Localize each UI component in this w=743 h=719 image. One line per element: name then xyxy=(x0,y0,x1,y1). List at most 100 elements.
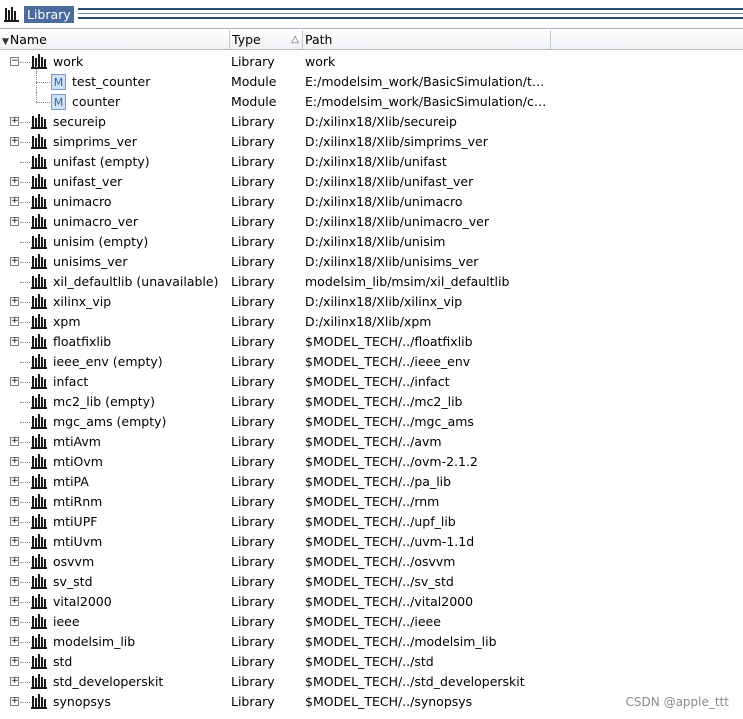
table-row[interactable]: + mtiOvm Library $MODEL_TECH/../ovm-2.1.2 xyxy=(0,452,743,472)
column-header-type[interactable]: Type △ xyxy=(230,30,303,49)
table-row[interactable]: + unimacro_ver Library D:/xilinx18/Xlib/uni… xyxy=(0,212,743,232)
window-title: Library xyxy=(24,6,74,23)
table-row[interactable]: + unisims_ver Library D:/xilinx18/Xlib/unis… xyxy=(0,252,743,272)
table-row[interactable]: + infact Library $MODEL_TECH/../infact xyxy=(0,372,743,392)
table-row[interactable]: mc2_lib (empty) Library $MODEL_TECH/../mc2… xyxy=(0,392,743,412)
name-cell[interactable]: + ieee xyxy=(0,612,230,632)
table-row[interactable]: + sv_std Library $MODEL_TECH/../sv_std xyxy=(0,572,743,592)
table-row[interactable]: + ieee Library $MODEL_TECH/../ieee xyxy=(0,612,743,632)
name-cell[interactable]: + vital2000 xyxy=(0,592,230,612)
expand-icon[interactable]: + xyxy=(10,217,19,226)
expand-icon[interactable]: + xyxy=(10,697,19,706)
expand-icon[interactable]: + xyxy=(10,657,19,666)
expand-icon[interactable]: + xyxy=(10,297,19,306)
table-row[interactable]: xil_defaultlib (unavailable) Library model… xyxy=(0,272,743,292)
table-row[interactable]: Mcounter Module E:/modelsim_work/BasicSimu… xyxy=(0,92,743,112)
name-cell[interactable]: − work xyxy=(0,52,230,72)
expand-icon[interactable]: + xyxy=(10,377,19,386)
column-header-path[interactable]: Path xyxy=(303,30,551,49)
library-titlebar[interactable]: Library xyxy=(0,0,743,29)
name-cell[interactable]: + modelsim_lib xyxy=(0,632,230,652)
name-cell[interactable]: + mtiUPF xyxy=(0,512,230,532)
table-row[interactable]: + osvvm Library $MODEL_TECH/../osvvm xyxy=(0,552,743,572)
expand-icon[interactable]: + xyxy=(10,477,19,486)
titlebar-grip[interactable] xyxy=(78,8,743,19)
name-cell[interactable]: + mtiUvm xyxy=(0,532,230,552)
name-cell[interactable]: Mcounter xyxy=(0,92,230,112)
column-header-name[interactable]: ▼Name xyxy=(0,30,230,49)
table-row[interactable]: + mtiRnm Library $MODEL_TECH/../rnm xyxy=(0,492,743,512)
table-row[interactable]: ieee_env (empty) Library $MODEL_TECH/../ie… xyxy=(0,352,743,372)
name-cell[interactable]: + simprims_ver xyxy=(0,132,230,152)
expand-icon[interactable]: + xyxy=(10,457,19,466)
name-cell[interactable]: + mtiPA xyxy=(0,472,230,492)
expand-icon[interactable]: + xyxy=(10,177,19,186)
name-cell[interactable]: + unisims_ver xyxy=(0,252,230,272)
table-row[interactable]: + std Library $MODEL_TECH/../std xyxy=(0,652,743,672)
library-icon xyxy=(4,6,20,25)
expand-icon[interactable]: + xyxy=(10,197,19,206)
table-row[interactable]: + mtiUvm Library $MODEL_TECH/../uvm-1.1d xyxy=(0,532,743,552)
name-cell[interactable]: + std xyxy=(0,652,230,672)
column-menu-icon[interactable]: ▼ xyxy=(2,37,9,47)
name-cell[interactable]: + unimacro xyxy=(0,192,230,212)
table-row[interactable]: + modelsim_lib Library $MODEL_TECH/../model… xyxy=(0,632,743,652)
name-cell[interactable]: + mtiRnm xyxy=(0,492,230,512)
table-row[interactable]: + xpm Library D:/xilinx18/Xlib/xpm xyxy=(0,312,743,332)
expand-icon[interactable]: + xyxy=(10,617,19,626)
name-cell[interactable]: + unimacro_ver xyxy=(0,212,230,232)
expand-icon[interactable]: + xyxy=(10,317,19,326)
table-row[interactable]: − work Library work xyxy=(0,52,743,72)
expand-icon[interactable]: + xyxy=(10,637,19,646)
name-cell[interactable]: + std_developerskit xyxy=(0,672,230,692)
name-cell[interactable]: + unifast_ver xyxy=(0,172,230,192)
table-row[interactable]: unisim (empty) Library D:/xilinx18/Xlib/un… xyxy=(0,232,743,252)
expand-icon[interactable]: + xyxy=(10,557,19,566)
table-row[interactable]: + std_developerskit Library $MODEL_TECH/../… xyxy=(0,672,743,692)
expand-icon[interactable]: + xyxy=(10,597,19,606)
expand-icon[interactable]: + xyxy=(10,437,19,446)
name-cell[interactable]: mc2_lib (empty) xyxy=(0,392,230,412)
table-row[interactable]: + xilinx_vip Library D:/xilinx18/Xlib/xilin… xyxy=(0,292,743,312)
table-row[interactable]: + mtiPA Library $MODEL_TECH/../pa_lib xyxy=(0,472,743,492)
table-row[interactable]: Mtest_counter Module E:/modelsim_work/Basi… xyxy=(0,72,743,92)
expand-icon[interactable]: + xyxy=(10,137,19,146)
collapse-icon[interactable]: − xyxy=(10,57,19,66)
name-cell[interactable]: + mtiAvm xyxy=(0,432,230,452)
name-cell[interactable]: unifast (empty) xyxy=(0,152,230,172)
name-cell[interactable]: + mtiOvm xyxy=(0,452,230,472)
name-cell[interactable]: + osvvm xyxy=(0,552,230,572)
name-cell[interactable]: + xilinx_vip xyxy=(0,292,230,312)
expand-icon[interactable]: + xyxy=(10,517,19,526)
table-row[interactable]: + unifast_ver Library D:/xilinx18/Xlib/unif… xyxy=(0,172,743,192)
expand-icon[interactable]: + xyxy=(10,677,19,686)
expand-icon[interactable]: + xyxy=(10,577,19,586)
expand-icon[interactable]: + xyxy=(10,337,19,346)
name-cell[interactable]: + xpm xyxy=(0,312,230,332)
name-cell[interactable]: + infact xyxy=(0,372,230,392)
name-cell[interactable]: + floatfixlib xyxy=(0,332,230,352)
table-row[interactable]: + mtiAvm Library $MODEL_TECH/../avm xyxy=(0,432,743,452)
name-cell[interactable]: unisim (empty) xyxy=(0,232,230,252)
path-cell: D:/xilinx18/Xlib/unimacro xyxy=(305,194,463,209)
expand-icon[interactable]: + xyxy=(10,257,19,266)
name-cell[interactable]: ieee_env (empty) xyxy=(0,352,230,372)
name-cell[interactable]: mgc_ams (empty) xyxy=(0,412,230,432)
name-cell[interactable]: xil_defaultlib (unavailable) xyxy=(0,272,230,292)
table-row[interactable]: mgc_ams (empty) Library $MODEL_TECH/../mgc… xyxy=(0,412,743,432)
name-cell[interactable]: + sv_std xyxy=(0,572,230,592)
table-row[interactable]: + secureip Library D:/xilinx18/Xlib/securei… xyxy=(0,112,743,132)
table-row[interactable]: unifast (empty) Library D:/xilinx18/Xlib/u… xyxy=(0,152,743,172)
expand-icon[interactable]: + xyxy=(10,497,19,506)
name-cell[interactable]: + synopsys xyxy=(0,692,230,712)
table-row[interactable]: + mtiUPF Library $MODEL_TECH/../upf_lib xyxy=(0,512,743,532)
table-row[interactable]: + vital2000 Library $MODEL_TECH/../vital200… xyxy=(0,592,743,612)
expand-icon[interactable]: + xyxy=(10,537,19,546)
expand-icon[interactable]: + xyxy=(10,117,19,126)
table-row[interactable]: + floatfixlib Library $MODEL_TECH/../floatf… xyxy=(0,332,743,352)
name-cell[interactable]: Mtest_counter xyxy=(0,72,230,92)
name-cell[interactable]: + secureip xyxy=(0,112,230,132)
table-row[interactable]: + simprims_ver Library D:/xilinx18/Xlib/sim… xyxy=(0,132,743,152)
column-header: ▼Name Type △ Path xyxy=(0,30,743,50)
table-row[interactable]: + unimacro Library D:/xilinx18/Xlib/unimacr… xyxy=(0,192,743,212)
